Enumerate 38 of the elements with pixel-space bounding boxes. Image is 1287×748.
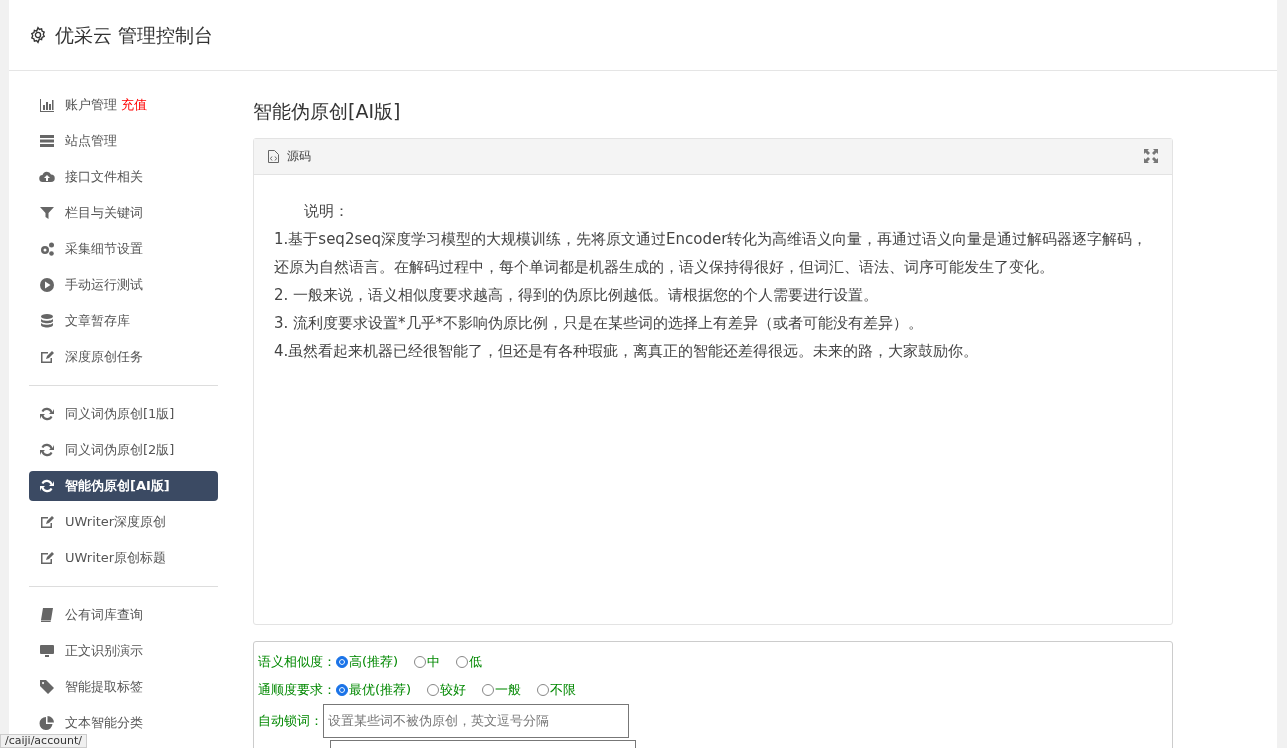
recharge-link[interactable]: 充值 xyxy=(121,95,147,115)
radio-option[interactable]: 不限 xyxy=(537,679,577,700)
option-label: 自动锁词： xyxy=(258,711,323,730)
sidebar-item[interactable]: 同义词伪原创[1版] xyxy=(29,403,218,425)
page-title: 智能伪原创[AI版] xyxy=(253,99,402,124)
radio-option[interactable]: 高(推荐) xyxy=(336,651,399,672)
radio-option[interactable]: 最优(推荐) xyxy=(336,679,412,700)
sidebar-item[interactable]: 同义词伪原创[2版] xyxy=(29,439,218,461)
text-paragraph: 1.基于seq2seq深度学习模型的大规模训练，先将原文通过Encoder转化为高维语义向量，再通过语义向量是通过解码器逐字解码，还原为自然语言。在解码过程中，每个单词都是机器生成的，语义保持得很好，但词汇、语法、词序可能发生了变化。 xyxy=(274,228,1149,278)
sidebar-item[interactable]: UWriter深度原创 xyxy=(29,511,218,533)
text-paragraph: 2. 一般来说，语义相似度要求越高，得到的伪原比例越低。请根据您的个人需要进行设置。 xyxy=(274,284,880,306)
text-paragraph: 4.虽然看起来机器已经很智能了，但还是有各种瑕疵，离真正的智能还差得很远。未来的路，大家鼓励你。 xyxy=(274,340,980,362)
radio-option[interactable]: 一般 xyxy=(482,679,522,700)
sidebar-item[interactable]: 文章暂存库 xyxy=(29,310,218,332)
radio-option[interactable]: 低 xyxy=(456,651,483,672)
sidebar-item[interactable]: 深度原创任务 xyxy=(29,346,218,368)
sidebar-item[interactable]: 接口文件相关 xyxy=(29,166,218,188)
radio-option[interactable]: 中 xyxy=(414,651,441,672)
option-label: 语义相似度： xyxy=(258,652,336,671)
sidebar-item[interactable]: 正文识别演示 xyxy=(29,640,218,662)
sidebar-item[interactable]: 文本智能分类 xyxy=(29,712,218,734)
sidebar-item[interactable]: 账户管理 充值 xyxy=(29,94,218,116)
sidebar-item[interactable]: 智能提取标签 xyxy=(29,676,218,698)
sidebar-item[interactable]: 手动运行测试 xyxy=(29,274,218,296)
radio-option[interactable]: 较好 xyxy=(427,679,467,700)
sidebar-item[interactable]: 站点管理 xyxy=(29,130,218,152)
text-paragraph: 说明： xyxy=(303,200,350,222)
sidebar-item[interactable]: 智能伪原创[AI版] xyxy=(29,471,218,501)
sidebar-item[interactable]: 栏目与关键词 xyxy=(29,202,218,224)
sidebar-item[interactable]: UWriter原创标题 xyxy=(29,547,218,569)
sidebar-item[interactable]: 公有词库查询 xyxy=(29,604,218,626)
text-paragraph: 3. 流利度要求设置*几乎*不影响伪原比例，只是在某些词的选择上有差异（或者可能没有差异）。 xyxy=(274,312,925,334)
lock-words-field[interactable]: 设置某些词不被伪原创，英文逗号分隔 xyxy=(323,703,629,738)
option-label: 通顺度要求： xyxy=(258,680,336,699)
url-tooltip: /caiji/account/ xyxy=(0,734,87,748)
console-title: 优采云 管理控制台 xyxy=(55,22,214,48)
source-tab[interactable]: 源码 xyxy=(268,147,311,165)
sidebar-item[interactable]: 采集细节设置 xyxy=(29,238,218,260)
